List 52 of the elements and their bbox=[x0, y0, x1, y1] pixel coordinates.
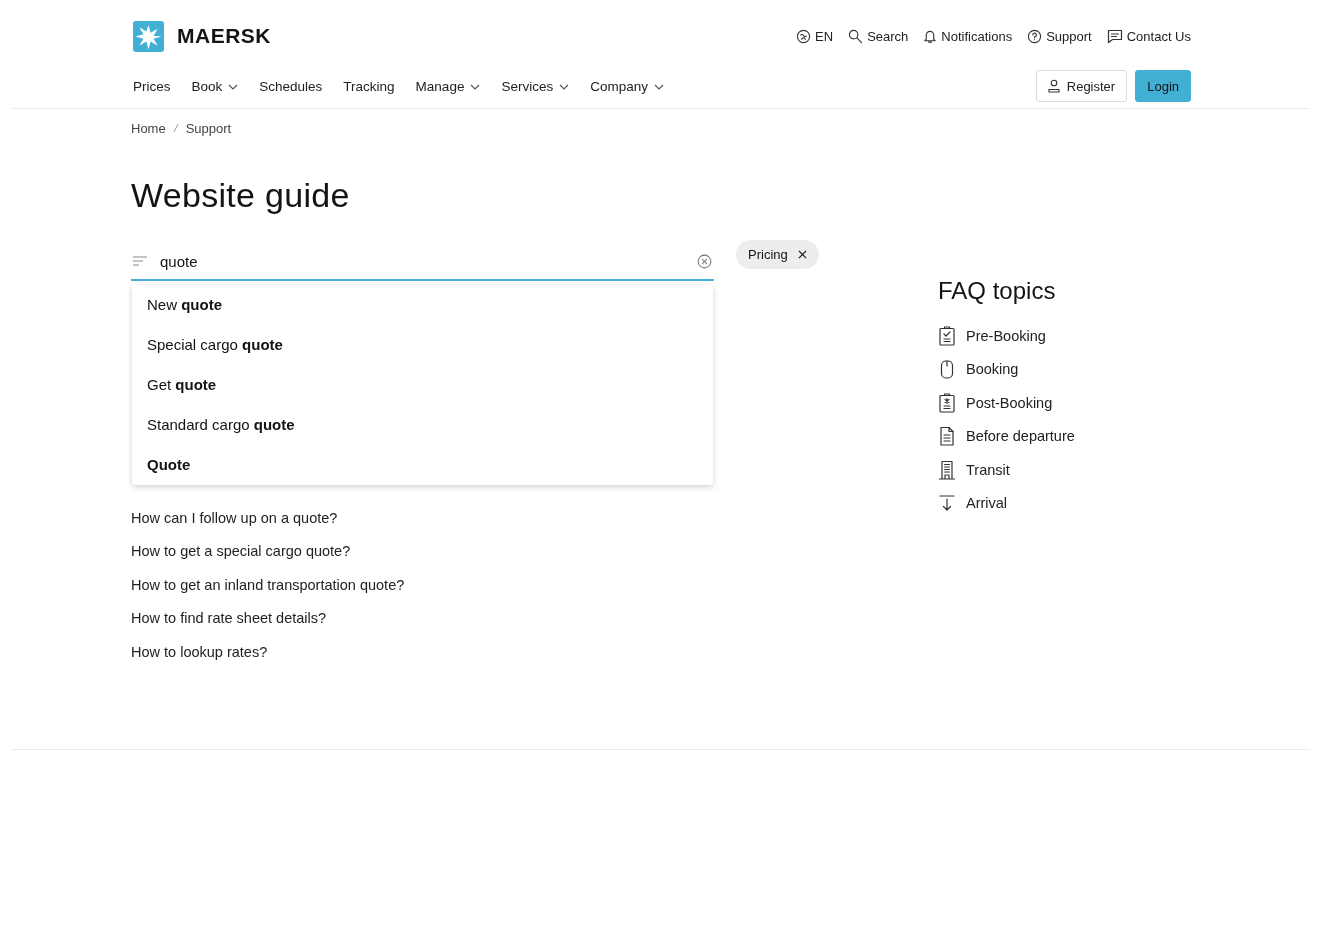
nav-link[interactable]: Company bbox=[590, 78, 664, 94]
mouse-icon bbox=[938, 359, 956, 380]
faq-link[interactable]: How can I follow up on a quote? bbox=[131, 501, 714, 535]
topic-link[interactable]: Pre-Booking bbox=[938, 319, 1075, 353]
utility-link[interactable]: EN bbox=[796, 28, 834, 44]
faq-link[interactable]: How to lookup rates? bbox=[131, 635, 714, 669]
suggestion-item[interactable]: Get quote bbox=[132, 365, 713, 405]
page-title: Website guide bbox=[131, 176, 351, 215]
suggestion-item[interactable]: Special cargo quote bbox=[132, 325, 713, 365]
utility-link[interactable]: Notifications bbox=[923, 28, 1013, 44]
utility-link[interactable]: Support bbox=[1027, 28, 1092, 44]
search-icon bbox=[848, 28, 864, 44]
search-input[interactable]: quote bbox=[160, 252, 684, 270]
topic-link[interactable]: Booking bbox=[938, 352, 1075, 386]
suggestion-item[interactable]: New quote bbox=[132, 285, 713, 325]
utility-link[interactable]: Contact Us bbox=[1106, 28, 1191, 44]
login-button[interactable]: Login bbox=[1135, 70, 1191, 102]
faq-link[interactable]: How to get an inland transportation quote? bbox=[131, 568, 714, 602]
slash-separator-icon bbox=[172, 123, 179, 133]
utility-link[interactable]: Search bbox=[848, 28, 909, 44]
section-heading: FAQ topics bbox=[938, 277, 1057, 305]
suggestion-item[interactable]: Standard cargo quote bbox=[132, 405, 713, 445]
topic-link[interactable]: Before departure bbox=[938, 419, 1075, 453]
topic-link[interactable]: Arrival bbox=[938, 486, 1075, 520]
chat-icon bbox=[1106, 28, 1123, 44]
topic-link[interactable]: Transit bbox=[938, 453, 1075, 487]
topic-link[interactable]: Post-Booking bbox=[938, 386, 1075, 420]
nav-link[interactable]: Prices bbox=[133, 78, 171, 94]
filter-lines-icon bbox=[133, 256, 147, 266]
language-icon bbox=[796, 28, 812, 44]
nav-link[interactable]: Manage bbox=[415, 78, 481, 94]
register-button[interactable]: Register bbox=[1035, 70, 1128, 102]
clear-icon[interactable] bbox=[697, 253, 712, 269]
building-icon bbox=[938, 459, 956, 480]
breadcrumb-link[interactable]: Home bbox=[131, 121, 166, 136]
nav-link[interactable]: Services bbox=[501, 78, 570, 94]
faq-link[interactable]: How to get a special cargo quote? bbox=[131, 534, 714, 568]
person-icon bbox=[1047, 79, 1060, 93]
faq-link[interactable]: How to find rate sheet details? bbox=[131, 601, 714, 635]
nav-link[interactable]: Book bbox=[191, 78, 239, 94]
nav-link[interactable]: Tracking bbox=[343, 78, 395, 94]
close-icon[interactable] bbox=[797, 250, 807, 259]
suggestion-item[interactable]: Quote bbox=[132, 445, 713, 485]
logo-wordmark[interactable]: MAERSK bbox=[177, 24, 271, 48]
bell-icon bbox=[923, 28, 938, 44]
help-icon bbox=[1027, 28, 1043, 44]
nav-link[interactable]: Schedules bbox=[259, 78, 323, 94]
star-logo-icon bbox=[133, 20, 164, 52]
filter-chip[interactable]: Pricing bbox=[736, 240, 819, 269]
document-icon bbox=[938, 426, 956, 447]
clipboard-check-icon bbox=[938, 325, 956, 346]
breadcrumb-link[interactable]: Support bbox=[185, 121, 232, 136]
